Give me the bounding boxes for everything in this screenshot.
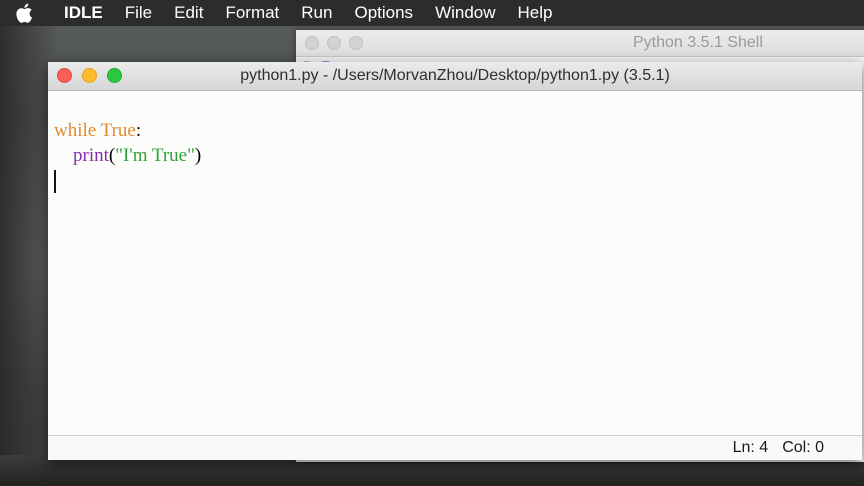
builtin-print: print xyxy=(73,145,109,166)
menu-edit[interactable]: Edit xyxy=(163,3,214,23)
shell-title-bar[interactable]: Python 3.5.1 Shell xyxy=(296,30,864,57)
editor-window[interactable]: python1.py - /Users/MorvanZhou/Desktop/p… xyxy=(48,62,862,460)
menu-bar: IDLE File Edit Format Run Options Window… xyxy=(0,0,864,26)
editor-window-title: python1.py - /Users/MorvanZhou/Desktop/p… xyxy=(240,67,670,84)
text-cursor xyxy=(54,170,56,194)
menu-options[interactable]: Options xyxy=(343,3,424,23)
colon: : xyxy=(135,120,142,141)
close-paren: ) xyxy=(194,145,202,166)
code-line-1[interactable]: while True: xyxy=(54,118,201,143)
column-number: Col: 0 xyxy=(782,439,824,456)
editor-title-bar[interactable]: python1.py - /Users/MorvanZhou/Desktop/p… xyxy=(48,62,862,91)
code-editor[interactable]: while True: print("I'm True") xyxy=(54,118,201,194)
menu-run[interactable]: Run xyxy=(290,3,343,23)
code-line-3[interactable] xyxy=(54,168,201,194)
menu-window[interactable]: Window xyxy=(424,3,506,23)
code-line-2[interactable]: print("I'm True") xyxy=(54,143,201,168)
menu-app-name[interactable]: IDLE xyxy=(46,3,114,23)
shell-window-controls xyxy=(305,36,363,50)
line-number: Ln: 4 xyxy=(732,439,769,456)
shell-close-button[interactable] xyxy=(305,36,319,50)
menu-help[interactable]: Help xyxy=(507,3,564,23)
shell-zoom-button[interactable] xyxy=(349,36,363,50)
apple-icon[interactable] xyxy=(16,3,34,23)
keyword-while: while xyxy=(54,120,97,141)
status-bar: Ln: 4 Col: 0 xyxy=(48,435,862,460)
menu-format[interactable]: Format xyxy=(214,3,290,23)
string-literal: "I'm True" xyxy=(115,145,195,166)
keyword-true: True xyxy=(100,120,136,141)
menu-file[interactable]: File xyxy=(114,3,163,23)
shell-minimize-button[interactable] xyxy=(327,36,341,50)
shell-window-title: Python 3.5.1 Shell xyxy=(633,34,763,51)
cursor-position: Ln: 4 Col: 0 xyxy=(733,439,824,457)
